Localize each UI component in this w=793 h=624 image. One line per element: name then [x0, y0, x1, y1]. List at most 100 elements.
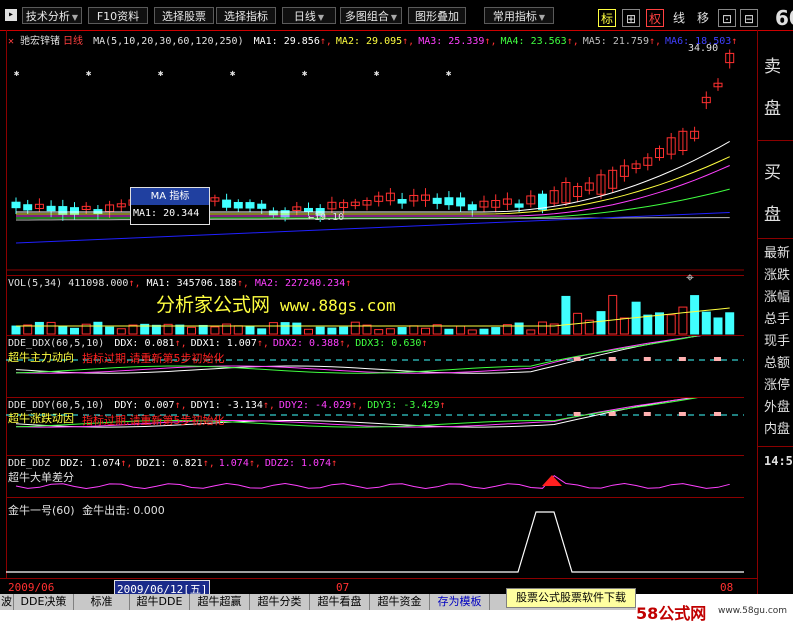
toolbar-button-select-indicator[interactable]: 选择指标 — [216, 7, 276, 24]
logo-text: 58公式网 — [636, 604, 707, 623]
star-marker: ✱ — [14, 69, 20, 79]
volume-bar — [339, 326, 349, 335]
tab-super-dde[interactable]: 超牛DDE — [130, 594, 190, 610]
quote-limit-up: 涨停 — [764, 378, 791, 393]
ddz-panel[interactable]: DDE_DDZ DDZ: 1.074↑, DDZ1: 0.821↑, 1.074↑,… — [6, 456, 744, 498]
volume-bar — [11, 325, 21, 335]
watermark-text: 分析家公式网 www.88gs.com — [156, 294, 396, 316]
volume-bar — [327, 327, 337, 335]
low-price-label: ←19.10 — [308, 212, 345, 223]
toolbar-button-multi-chart[interactable]: 多图组合 ▼ — [340, 7, 402, 24]
line-button[interactable]: 线 — [670, 9, 688, 27]
ddy-title: 超牛涨跌动因 — [8, 412, 74, 425]
footer: 58公式网 www.58gu.com — [0, 594, 793, 624]
ddz-label: DDE_DDZ — [8, 458, 51, 469]
ddy-value-3: DDY2: -4.029 — [278, 400, 352, 411]
volume-bar — [725, 312, 735, 335]
ddx-label: DDE_DDX(60,5,10) — [8, 338, 105, 349]
ddy-value-2: DDY1: -3.134 — [190, 400, 263, 411]
ma2-line — [16, 156, 730, 215]
toolbar-button-select-stock[interactable]: 选择股票 — [154, 7, 214, 24]
ddz-spike — [542, 475, 562, 486]
quote-latest: 最新 — [764, 246, 791, 261]
toolbar-button-overlay[interactable]: 图形叠加 — [408, 7, 466, 24]
zoom-in-button[interactable]: ⊡ — [718, 9, 736, 27]
ddx-value-4: DDX3: 0.630 — [355, 338, 422, 349]
candle-body — [23, 204, 33, 211]
volume-bar — [385, 328, 395, 335]
toolbar-button-f10[interactable]: F10资料 — [88, 7, 148, 24]
tab-super-watch[interactable]: 超牛看盘 — [310, 594, 370, 610]
volume-bar — [397, 327, 407, 335]
ddx-header: DDE_DDX(60,5,10) DDX: 0.081↑, DDX1: 1.007… — [8, 338, 428, 349]
volume-bar — [116, 328, 126, 335]
ma-tooltip-value: MA1: 20.344 — [133, 208, 200, 219]
ma6-line — [15, 212, 730, 244]
rights-button[interactable]: 权 — [646, 9, 664, 27]
tab-save-template[interactable]: 存为模板 — [430, 594, 490, 610]
ddz-title: 超牛大单差分 — [8, 471, 74, 484]
candle-body — [514, 203, 524, 208]
jinniu-value: 金牛出击: 0.000 — [82, 504, 165, 517]
star-marker: ✱ — [446, 69, 452, 79]
ddy-marker — [643, 412, 651, 416]
candle-body — [456, 197, 466, 207]
volume-bar — [315, 326, 325, 335]
star-marker: ✱ — [374, 69, 380, 79]
site-logo: 58公式网 www.58gu.com — [636, 594, 793, 624]
quote-time: 14:5 — [764, 454, 793, 468]
tab-dde-decision[interactable]: DDE决策 — [14, 594, 74, 610]
ma-tooltip-title: MA 指标 — [131, 188, 209, 205]
volume-bar — [596, 311, 606, 335]
sidebar-divider-2 — [758, 238, 793, 239]
ddz-value-4: DDZ2: 1.074 — [264, 458, 332, 469]
menu-icon[interactable]: ▸ — [5, 9, 17, 21]
volume-bar — [34, 321, 44, 335]
tab-standard[interactable]: 标准 — [74, 594, 130, 610]
notice-banner[interactable]: 股票公式股票软件下载 — [506, 588, 636, 608]
tab-super-funds[interactable]: 超牛资金 — [370, 594, 430, 610]
tab-super-category[interactable]: 超牛分类 — [250, 594, 310, 610]
zoom-out-button[interactable]: ⊟ — [740, 9, 758, 27]
ddx-panel[interactable]: DDE_DDX(60,5,10) DDX: 0.081↑, DDX1: 1.007… — [6, 336, 744, 398]
toolbar: ▸ 技术分析 ▼ F10资料 选择股票 选择指标 日线 ▼ 多图组合 ▼ 图形叠加 常… — [0, 0, 793, 31]
buy-label-2: 盘 — [764, 205, 781, 225]
ddy-value-1: DDY: 0.007 — [114, 400, 175, 411]
volume-bar — [245, 326, 255, 335]
price-cut-text: 60 — [775, 6, 793, 30]
quote-inner: 内盘 — [764, 422, 791, 437]
quote-total-volume: 总手 — [764, 312, 791, 327]
volume-bar — [444, 328, 454, 335]
volume-bar — [643, 314, 653, 335]
volume-bar — [292, 322, 302, 335]
volume-bar — [479, 328, 489, 335]
candle-body — [46, 205, 56, 212]
candle-body — [233, 201, 243, 209]
volume-bar — [374, 329, 384, 335]
volume-bar — [421, 327, 430, 335]
date-axis: 2009/06 2009/06/12[五] 07 08 — [0, 578, 757, 598]
volume-panel[interactable]: VOL(5,34) 411098.000↑, MA1: 345706.188↑,… — [6, 276, 744, 336]
grid-button[interactable]: ⊞ — [622, 9, 640, 27]
tab-super-win[interactable]: 超牛超赢 — [190, 594, 250, 610]
tab-wave[interactable]: 波 — [0, 594, 14, 610]
quote-current-volume: 现手 — [764, 334, 791, 349]
toolbar-button-common-indicators[interactable]: 常用指标 ▼ — [484, 7, 554, 24]
toolbar-button-daily[interactable]: 日线 ▼ — [282, 7, 336, 24]
kline-chart[interactable]: ✱ ✱ ✱ ✱ ✱ ✱ ✱ — [6, 30, 744, 276]
kline-panel[interactable]: ✕ 驰宏锌锗 日线 MA(5,10,20,30,60,120,250) MA1: … — [6, 30, 744, 286]
move-button[interactable]: 移 — [694, 9, 712, 27]
ddy-expired-note: 指标过期,请重新第5步初始化 — [82, 414, 225, 427]
sidebar-divider — [758, 140, 793, 141]
ddz-value-1: DDZ: 1.074 — [60, 458, 121, 469]
ddy-value-4: DDY3: -3.429 — [367, 400, 440, 411]
jinniu-panel[interactable]: 金牛一号(60) 金牛出击: 0.000 — [6, 498, 744, 578]
toolbar-button-tech-analysis[interactable]: 技术分析 ▼ — [22, 7, 82, 24]
volume-bar — [608, 294, 618, 335]
star-marker: ✱ — [302, 69, 308, 79]
volume-bar — [690, 295, 700, 335]
mark-button[interactable]: 标 — [598, 9, 616, 27]
volume-bar — [58, 326, 68, 335]
ddy-panel[interactable]: DDE_DDY(60,5,10) DDY: 0.007↑, DDY1: -3.13… — [6, 398, 744, 456]
volume-header: VOL(5,34) 411098.000↑, MA1: 345706.188↑,… — [8, 278, 352, 289]
